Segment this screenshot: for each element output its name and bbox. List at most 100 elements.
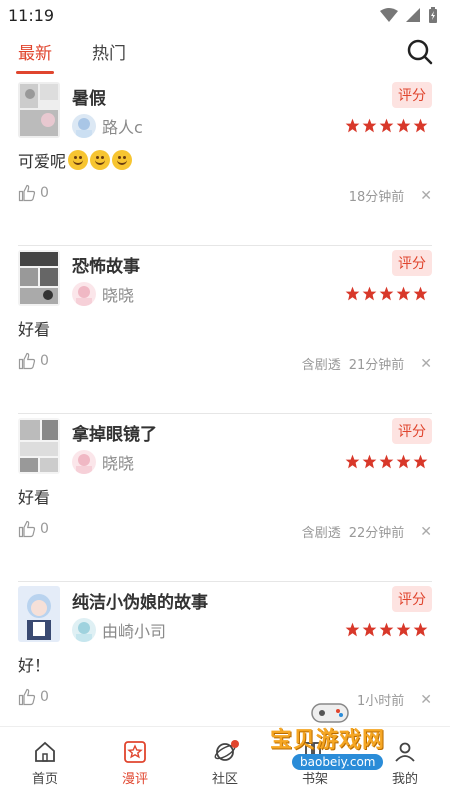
comment-text: 好看 [18,320,51,339]
review-meta: 18分钟前 ✕ [341,186,432,206]
comic-thumbnail[interactable] [18,82,60,138]
comment-text: 好看 [18,488,51,507]
comment-text: 好！ [18,656,51,675]
like-button[interactable]: 0 [18,352,49,370]
review-comment: 好看 [18,316,50,340]
close-icon[interactable]: ✕ [420,524,432,540]
star-rating [345,286,428,301]
nav-label: 首页 [31,772,58,787]
like-button[interactable]: 0 [18,520,49,538]
rate-button[interactable]: 评分 [392,418,432,444]
top-tabs: 最新 热门 [0,30,450,74]
star-icon [362,454,377,469]
nav-label: 漫评 [121,772,148,787]
battery-icon [429,7,437,23]
thumbs-up-icon [18,184,36,202]
star-icon [379,622,394,637]
close-icon[interactable]: ✕ [420,692,432,708]
review-user[interactable]: 由崎小司 [72,618,166,642]
signal-icon [406,8,420,22]
review-star-icon [124,741,146,763]
tab-latest[interactable]: 最新 [16,39,54,74]
star-icon [362,286,377,301]
nav-label: 书架 [301,772,328,787]
status-icons [380,7,438,23]
review-card[interactable]: 恐怖故事 评分 晓晓 好看 0 含剧透 21分钟前 ✕ [0,246,450,414]
like-button[interactable]: 0 [18,184,49,202]
review-time: 21分钟前 [348,358,405,373]
spoiler-tag: 含剧透 [301,526,341,541]
review-user[interactable]: 路人c [72,114,143,138]
like-button[interactable]: 0 [18,688,49,706]
comic-thumbnail[interactable] [18,586,60,642]
status-bar: 11:19 [0,0,450,30]
rate-button[interactable]: 评分 [392,586,432,612]
review-user[interactable]: 晓晓 [72,450,134,474]
wifi-icon [380,8,398,22]
star-icon [396,622,411,637]
star-icon [379,454,394,469]
home-icon [35,741,55,762]
review-comment: 可爱呢 [18,148,133,172]
review-card[interactable]: 纯洁小伪娘的故事 评分 由崎小司 好！ 0 1小时前 ✕ [0,582,450,750]
review-title[interactable]: 纯洁小伪娘的故事 [72,588,208,613]
bottom-nav: 首页 漫评 社区 书架 我的 [0,726,450,800]
avatar[interactable] [72,618,96,642]
nav-mine[interactable]: 我的 [360,727,450,800]
close-icon[interactable]: ✕ [420,356,432,372]
nav-home[interactable]: 首页 [0,727,90,800]
avatar[interactable] [72,114,96,138]
nav-review[interactable]: 漫评 [90,727,180,800]
like-count: 0 [40,521,49,537]
review-meta: 含剧透 22分钟前 ✕ [301,522,432,542]
review-card[interactable]: 拿掉眼镜了 评分 晓晓 好看 0 含剧透 22分钟前 ✕ [0,414,450,582]
review-title[interactable]: 恐怖故事 [72,252,140,277]
nav-label: 社区 [211,772,238,787]
star-icon [379,286,394,301]
smile-emoji-icon [90,150,111,170]
user-icon [395,742,415,762]
thumbs-up-icon [18,688,36,706]
star-icon [345,118,360,133]
smile-emoji-icon [68,150,89,170]
status-time: 11:19 [8,5,55,25]
star-icon [396,454,411,469]
review-meta: 含剧透 21分钟前 ✕ [302,354,432,374]
review-user[interactable]: 晓晓 [72,282,134,306]
star-icon [396,118,411,133]
star-icon [413,286,428,301]
search-icon[interactable] [406,38,434,66]
thumbs-up-icon [18,520,36,538]
star-icon [345,454,360,469]
username: 路人c [102,118,143,137]
review-title[interactable]: 暑假 [72,84,106,109]
like-count: 0 [40,689,49,705]
review-time: 22分钟前 [348,526,405,541]
nav-bookshelf[interactable]: 书架 [270,727,360,800]
review-time: 1小时前 [356,694,405,709]
star-icon [345,286,360,301]
review-meta: 1小时前 ✕ [349,690,432,710]
comic-thumbnail[interactable] [18,418,60,474]
nav-community[interactable]: 社区 [180,727,270,800]
bookshelf-icon [305,742,321,762]
rate-button[interactable]: 评分 [392,82,432,108]
username: 由崎小司 [102,622,167,641]
thumbs-up-icon [18,352,36,370]
nav-label: 我的 [391,772,418,787]
avatar[interactable] [72,450,96,474]
comic-thumbnail[interactable] [18,250,60,306]
tab-hot[interactable]: 热门 [92,39,126,74]
star-icon [379,118,394,133]
rate-button[interactable]: 评分 [392,250,432,276]
review-time: 18分钟前 [348,190,405,205]
star-icon [413,622,428,637]
avatar[interactable] [72,282,96,306]
username: 晓晓 [102,286,135,305]
review-title[interactable]: 拿掉眼镜了 [72,420,157,445]
review-comment: 好看 [18,484,50,508]
close-icon[interactable]: ✕ [420,188,432,204]
star-rating [345,454,428,469]
star-icon [362,622,377,637]
review-card[interactable]: 暑假 评分 路人c 可爱呢 0 18分钟前 ✕ [0,78,450,246]
